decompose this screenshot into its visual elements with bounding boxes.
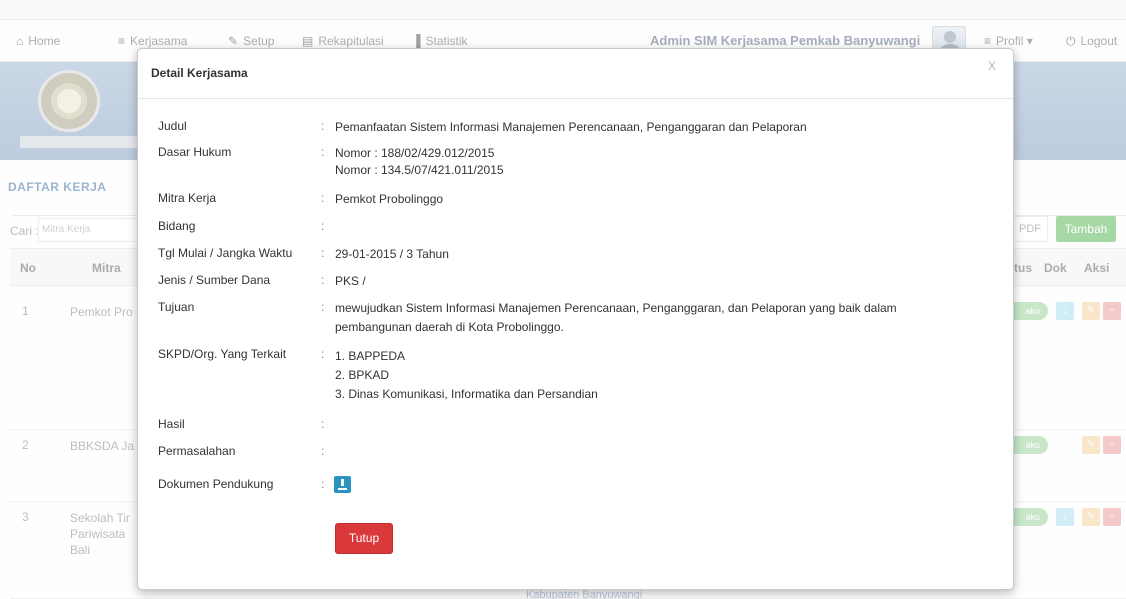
- close-button[interactable]: Tutup: [335, 523, 393, 554]
- separator: :: [321, 219, 325, 233]
- modal-header: Detail Kerjasama X: [138, 49, 1013, 99]
- separator: :: [321, 246, 325, 260]
- value-jenis-sumber-dana: PKS /: [335, 274, 366, 288]
- separator: :: [321, 145, 325, 159]
- label-jenis-sumber-dana: Jenis / Sumber Dana: [158, 273, 271, 287]
- separator: :: [321, 444, 325, 458]
- modal-title: Detail Kerjasama: [151, 66, 248, 80]
- separator: :: [321, 477, 325, 491]
- value-dasar-hukum-2: Nomor : 134.5/07/421.011/2015: [335, 163, 504, 177]
- label-dasar-hukum: Dasar Hukum: [158, 145, 232, 159]
- value-skpd-3: 3. Dinas Komunikasi, Informatika dan Per…: [335, 387, 598, 401]
- label-dokumen-pendukung: Dokumen Pendukung: [158, 477, 274, 491]
- separator: :: [321, 119, 325, 133]
- value-dasar-hukum-1: Nomor : 188/02/429.012/2015: [335, 146, 495, 160]
- separator: :: [321, 417, 325, 431]
- separator: :: [321, 300, 325, 314]
- label-skpd: SKPD/Org. Yang Terkait: [158, 347, 287, 361]
- value-judul: Pemanfaatan Sistem Informasi Manajemen P…: [335, 120, 807, 134]
- value-mitra-kerja: Pemkot Probolinggo: [335, 192, 444, 206]
- label-judul: Judul: [158, 119, 187, 133]
- download-icon[interactable]: [334, 476, 351, 493]
- label-tgl-mulai: Tgl Mulai / Jangka Waktu: [158, 246, 293, 260]
- label-permasalahan: Permasalahan: [158, 444, 236, 458]
- value-tgl-mulai: 29-01-2015 / 3 Tahun: [335, 247, 449, 261]
- value-skpd-1: 1. BAPPEDA: [335, 349, 406, 363]
- value-skpd-2: 2. BPKAD: [335, 368, 390, 382]
- separator: :: [321, 273, 325, 287]
- separator: :: [321, 191, 325, 205]
- close-icon[interactable]: X: [988, 59, 996, 73]
- value-tujuan-2: pembangunan daerah di Kota Probolinggo.: [335, 320, 564, 334]
- label-hasil: Hasil: [158, 417, 185, 431]
- label-mitra-kerja: Mitra Kerja: [158, 191, 217, 205]
- separator: :: [321, 347, 325, 361]
- label-tujuan: Tujuan: [158, 300, 195, 314]
- value-tujuan-1: mewujudkan Sistem Informasi Manajemen Pe…: [335, 301, 897, 315]
- label-bidang: Bidang: [158, 219, 196, 233]
- detail-modal: Detail Kerjasama X Judul : Pemanfaatan S…: [137, 48, 1014, 590]
